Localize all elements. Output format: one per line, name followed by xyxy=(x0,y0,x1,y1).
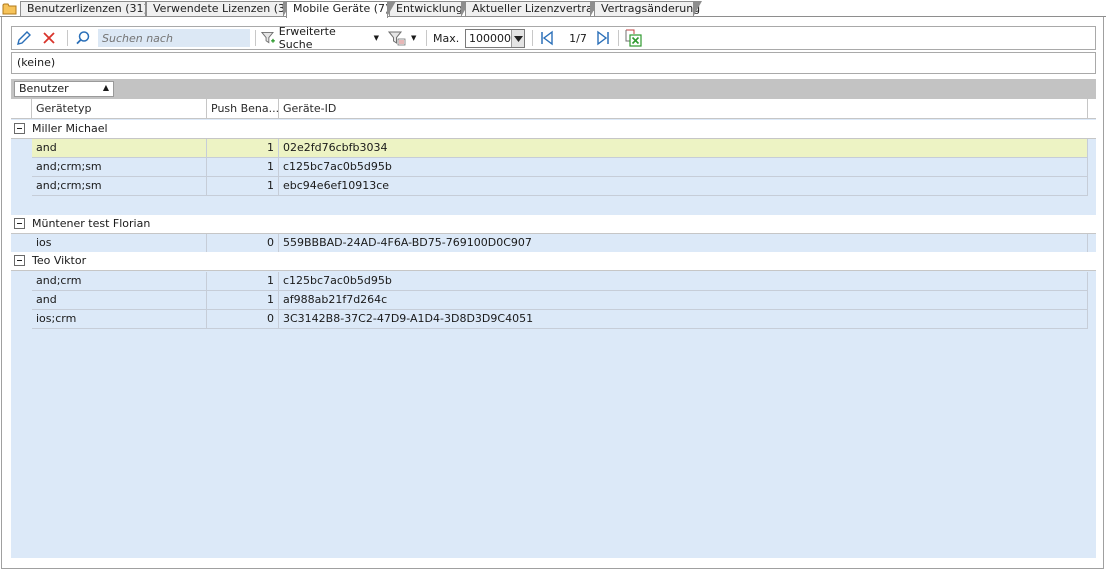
max-results-select[interactable]: 100000 xyxy=(465,29,525,48)
export-excel-button[interactable] xyxy=(624,27,644,49)
tab-label: Mobile Geräte (7) xyxy=(293,2,390,15)
first-page-button[interactable] xyxy=(539,27,557,49)
table-row[interactable]: and 1 af988ab21f7d264c xyxy=(32,291,1088,310)
tab-entwicklung[interactable]: Entwicklung xyxy=(389,1,470,17)
excel-export-icon xyxy=(625,29,642,47)
table-row[interactable]: ios 0 559BBBAD-24AD-4F6A-BD75-769100D0C9… xyxy=(32,234,1088,253)
tab-verwendete-lizenzen[interactable]: Verwendete Lizenzen (3) xyxy=(146,1,292,17)
table-row[interactable]: and 1 02e2fd76cbfb3034 xyxy=(32,139,1088,158)
delete-button[interactable] xyxy=(41,27,59,49)
cell-push: 1 xyxy=(207,272,279,291)
group-row[interactable]: Miller Michael xyxy=(11,120,1096,139)
collapse-icon[interactable] xyxy=(14,123,25,134)
toolbar: Erweiterte Suche ▼ ▼ Max. 100000 xyxy=(11,25,1096,51)
column-header-device-type[interactable]: Gerätetyp xyxy=(32,99,207,119)
cell-device-type: and xyxy=(32,139,207,158)
cell-device-id: 3C3142B8-37C2-47D9-A1D4-3D8D3D9C4051 xyxy=(279,310,1088,329)
first-page-icon xyxy=(541,30,553,46)
tab-label: Aktueller Lizenzvertrag xyxy=(472,2,600,15)
chevron-down-icon xyxy=(513,35,523,42)
max-label: Max. xyxy=(433,31,460,45)
advanced-search-label: Erweiterte Suche xyxy=(278,25,336,51)
table-row[interactable]: and;crm;sm 1 ebc94e6ef10913ce xyxy=(32,177,1088,196)
group-row[interactable]: Teo Viktor xyxy=(11,252,1096,271)
group-label: Teo Viktor xyxy=(32,254,87,267)
toolbar-separator xyxy=(67,30,68,46)
table-row[interactable]: and;crm;sm 1 c125bc7ac0b5d95b xyxy=(32,158,1088,177)
dropdown-button[interactable] xyxy=(511,30,524,47)
close-icon xyxy=(43,32,55,44)
max-results-value: 100000 xyxy=(469,32,511,45)
search-button[interactable] xyxy=(75,27,93,49)
table-row[interactable]: and;crm 1 c125bc7ac0b5d95b xyxy=(32,272,1088,291)
last-page-icon xyxy=(597,30,609,46)
cell-push: 1 xyxy=(207,177,279,196)
collapse-icon[interactable] xyxy=(14,218,25,229)
cell-push: 0 xyxy=(207,310,279,329)
tab-benutzerlizenzen[interactable]: Benutzerlizenzen (31) xyxy=(20,1,154,17)
folder-icon xyxy=(2,2,17,15)
tab-vertragsaenderung[interactable]: Vertragsänderung xyxy=(594,1,702,17)
table-row[interactable]: ios;crm 0 3C3142B8-37C2-47D9-A1D4-3D8D3D… xyxy=(32,310,1088,329)
cell-device-id: ebc94e6ef10913ce xyxy=(279,177,1088,196)
column-header-device-id[interactable]: Geräte-ID xyxy=(279,99,1088,119)
chevron-down-icon: ▼ xyxy=(411,34,417,42)
group-row[interactable]: Müntener test Florian xyxy=(11,215,1096,234)
group-by-bar: Benutzer ▲ xyxy=(11,79,1096,99)
sort-ascending-icon: ▲ xyxy=(102,83,109,92)
tab-mobile-geraete[interactable]: Mobile Geräte (7) xyxy=(286,1,396,18)
tab-label: Entwicklung xyxy=(396,2,463,15)
active-filter-display: (keine) xyxy=(11,52,1096,74)
cell-device-id: c125bc7ac0b5d95b xyxy=(279,272,1088,291)
group-by-label: Benutzer xyxy=(19,82,69,95)
last-page-button[interactable] xyxy=(595,27,613,49)
cell-push: 0 xyxy=(207,234,279,253)
cell-push: 1 xyxy=(207,158,279,177)
edit-button[interactable] xyxy=(16,27,34,49)
cell-push: 1 xyxy=(207,139,279,158)
tab-strip: Benutzerlizenzen (31) Verwendete Lizenze… xyxy=(0,0,1106,18)
filter-options-button[interactable]: ▼ xyxy=(388,27,422,49)
toolbar-separator xyxy=(255,30,256,46)
filter-text: (keine) xyxy=(17,56,56,69)
cell-device-id: 02e2fd76cbfb3034 xyxy=(279,139,1088,158)
search-icon xyxy=(76,31,90,45)
tab-label: Vertragsänderung xyxy=(601,2,701,15)
filter-add-icon xyxy=(261,32,275,44)
cell-device-id: af988ab21f7d264c xyxy=(279,291,1088,310)
tab-aktueller-lizenzvertrag[interactable]: Aktueller Lizenzvertrag xyxy=(465,1,600,17)
cell-device-type: and;crm;sm xyxy=(32,158,207,177)
group-label: Müntener test Florian xyxy=(32,217,151,230)
toolbar-separator xyxy=(618,30,619,46)
filter-icon xyxy=(388,31,406,46)
tab-label: Benutzerlizenzen (31) xyxy=(27,2,148,15)
cell-device-type: ios;crm xyxy=(32,310,207,329)
advanced-search-button[interactable]: Erweiterte Suche ▼ xyxy=(261,25,379,51)
toolbar-separator xyxy=(426,30,427,46)
cell-device-type: and;crm;sm xyxy=(32,177,207,196)
cell-device-id: 559BBBAD-24AD-4F6A-BD75-769100D0C907 xyxy=(279,234,1088,253)
toolbar-separator xyxy=(532,30,533,46)
grid-header: Gerätetyp Push Bena... Geräte-ID xyxy=(11,99,1096,119)
chevron-down-icon: ▼ xyxy=(373,34,379,42)
column-header-push[interactable]: Push Bena... xyxy=(207,99,279,119)
cell-device-type: ios xyxy=(32,234,207,253)
cell-push: 1 xyxy=(207,291,279,310)
pencil-icon xyxy=(17,31,31,45)
group-label: Miller Michael xyxy=(32,122,108,135)
collapse-icon[interactable] xyxy=(14,255,25,266)
header-indent xyxy=(11,99,32,119)
page-indicator: 1/7 xyxy=(569,31,587,45)
search-input[interactable] xyxy=(98,29,250,47)
cell-device-type: and xyxy=(32,291,207,310)
mobile-devices-panel: Erweiterte Suche ▼ ▼ Max. 100000 xyxy=(1,17,1104,569)
tab-label: Verwendete Lizenzen (3) xyxy=(153,2,290,15)
cell-device-type: and;crm xyxy=(32,272,207,291)
devices-grid: Gerätetyp Push Bena... Geräte-ID Miller … xyxy=(11,99,1096,558)
group-by-chip[interactable]: Benutzer ▲ xyxy=(14,81,114,97)
cell-device-id: c125bc7ac0b5d95b xyxy=(279,158,1088,177)
